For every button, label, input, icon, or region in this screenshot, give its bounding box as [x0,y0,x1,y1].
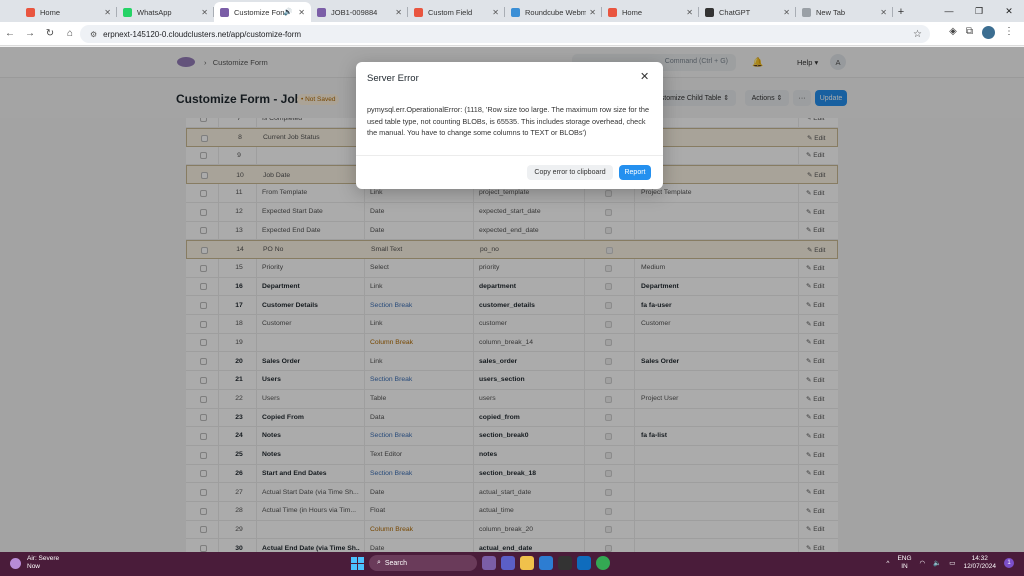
clock-time: 14:32 [971,555,988,562]
clock[interactable]: 14:32 12/07/2024 [963,555,996,571]
home-icon[interactable]: ⌂ [60,28,80,39]
volume-icon[interactable]: 🔈 [933,559,941,567]
taskbar-search-label: Search [384,559,407,567]
tab-label: Home [622,7,643,17]
browser-tab[interactable]: Custom Field ✕ [408,2,505,22]
browser-tab-strip: Home ✕ WhatsApp ✕ Customize Form 🔊 ✕ JOB1-00988… [0,0,1024,22]
tab-label: Custom Field [428,7,473,17]
mail-app-icon[interactable] [539,556,553,570]
close-window-icon[interactable]: ✕ [994,0,1024,22]
tab-close-icon[interactable]: ✕ [104,8,111,17]
browser-menu-icon[interactable]: ⋮ [1004,26,1014,39]
tab-close-icon[interactable]: ✕ [880,8,887,17]
tab-favicon-icon [317,7,326,17]
weather-widget[interactable]: Air: Severe Now [10,555,59,571]
widget-app-icon[interactable] [482,556,496,570]
tab-favicon-icon [705,7,714,17]
tab-close-icon[interactable]: ✕ [492,8,499,17]
outlook-app-icon[interactable] [577,556,591,570]
wifi-icon[interactable]: ◠ [920,559,926,567]
error-message: pymysql.err.OperationalError: (1118, 'Ro… [367,105,650,137]
tab-favicon-icon [220,7,229,17]
minimize-icon[interactable]: — [934,0,964,22]
url-text: erpnext-145120-0.cloudclusters.net/app/c… [103,29,302,39]
profile-avatar[interactable] [982,26,995,39]
weather-title: Air: Severe [27,555,60,562]
tab-label: ChatGPT [719,7,751,17]
battery-icon[interactable]: ▭ [949,559,955,567]
system-tray: ^ ENG IN ◠ 🔈 ▭ 14:32 12/07/2024 1 [886,555,1014,571]
tab-label: WhatsApp [137,7,172,17]
terminal-app-icon[interactable] [558,556,572,570]
address-bar-row: ← → ↻ ⌂ ⚙ erpnext-145120-0.cloudclusters… [0,22,1024,46]
back-icon[interactable]: ← [0,28,20,39]
tab-label: Roundcube Webmail [525,7,587,17]
browser-tab[interactable]: JOB1-009884 ✕ [311,2,408,22]
tab-close-icon[interactable]: ✕ [686,8,693,17]
windows-taskbar: Air: Severe Now ⌕ Search ^ ENG IN ◠ 🔈 ▭ … [0,552,1024,576]
tab-close-icon[interactable]: ✕ [783,8,790,17]
bookmark-star-icon[interactable]: ☆ [913,29,922,40]
tab-label: Customize Form [234,7,284,17]
maximize-icon[interactable]: ❐ [964,0,994,22]
taskbar-apps: ⌕ Search [351,555,610,571]
server-error-dialog: Server Error ✕ pymysql.err.OperationalEr… [356,62,663,189]
tab-close-icon[interactable]: ✕ [201,8,208,17]
dialog-divider [356,155,663,156]
tab-favicon-icon [511,7,520,17]
tab-label: New Tab [816,7,846,17]
forward-icon[interactable]: → [20,28,40,39]
clock-date: 12/07/2024 [963,563,996,570]
tab-favicon-icon [802,7,811,17]
lang-label: ENG [897,555,912,562]
tab-favicon-icon [608,7,617,17]
browser-tab[interactable]: Roundcube Webmail✕ [505,2,602,22]
start-icon[interactable] [351,556,364,570]
close-icon[interactable]: ✕ [640,70,649,83]
browser-tab[interactable]: Home ✕ [602,2,699,22]
tray-chevron-icon[interactable]: ^ [886,560,889,567]
dialog-title: Server Error [367,73,419,84]
tab-separator [892,7,893,17]
tab-close-icon[interactable]: ✕ [589,8,596,17]
reload-icon[interactable]: ↻ [40,28,60,39]
taskbar-search[interactable]: ⌕ Search [369,555,477,571]
browser-toolbar-icons: ◈ ⧉ ⋮ [949,26,1014,39]
chrome-app-icon[interactable] [596,556,610,570]
browser-tab[interactable]: ChatGPT ✕ [699,2,796,22]
tab-audio-icon[interactable]: 🔊 [284,8,293,16]
browser-tab[interactable]: Home ✕ [20,2,117,22]
weather-sub: Now [27,563,41,570]
browser-tab[interactable]: Customize Form 🔊 ✕ [214,2,311,22]
language-indicator[interactable]: ENG IN [897,555,911,571]
tab-favicon-icon [414,7,423,17]
new-tab-button[interactable]: + [893,2,909,22]
report-button[interactable]: Report [619,165,651,180]
tab-favicon-icon [123,7,132,17]
weather-text: Air: Severe Now [27,555,59,571]
browser-tab[interactable]: New Tab ✕ [796,2,893,22]
tab-label: Home [40,7,61,17]
file-explorer-icon[interactable] [520,556,534,570]
notification-badge[interactable]: 1 [1004,558,1014,568]
tab-close-icon[interactable]: ✕ [298,8,305,17]
extension-icon[interactable]: ◈ [949,26,957,39]
window-controls: — ❐ ✕ [934,0,1024,22]
weather-icon [10,557,21,569]
tab-label: JOB1-009884 [331,7,378,17]
site-info-icon[interactable]: ⚙ [90,30,97,39]
url-input[interactable]: ⚙ erpnext-145120-0.cloudclusters.net/app… [80,25,930,43]
meet-app-icon[interactable] [501,556,515,570]
region-label: IN [901,563,908,570]
extensions-puzzle-icon[interactable]: ⧉ [966,26,973,39]
tab-favicon-icon [26,7,35,17]
browser-tab[interactable]: WhatsApp ✕ [117,2,214,22]
copy-error-button[interactable]: Copy error to clipboard [527,165,613,180]
tab-close-icon[interactable]: ✕ [395,8,402,17]
